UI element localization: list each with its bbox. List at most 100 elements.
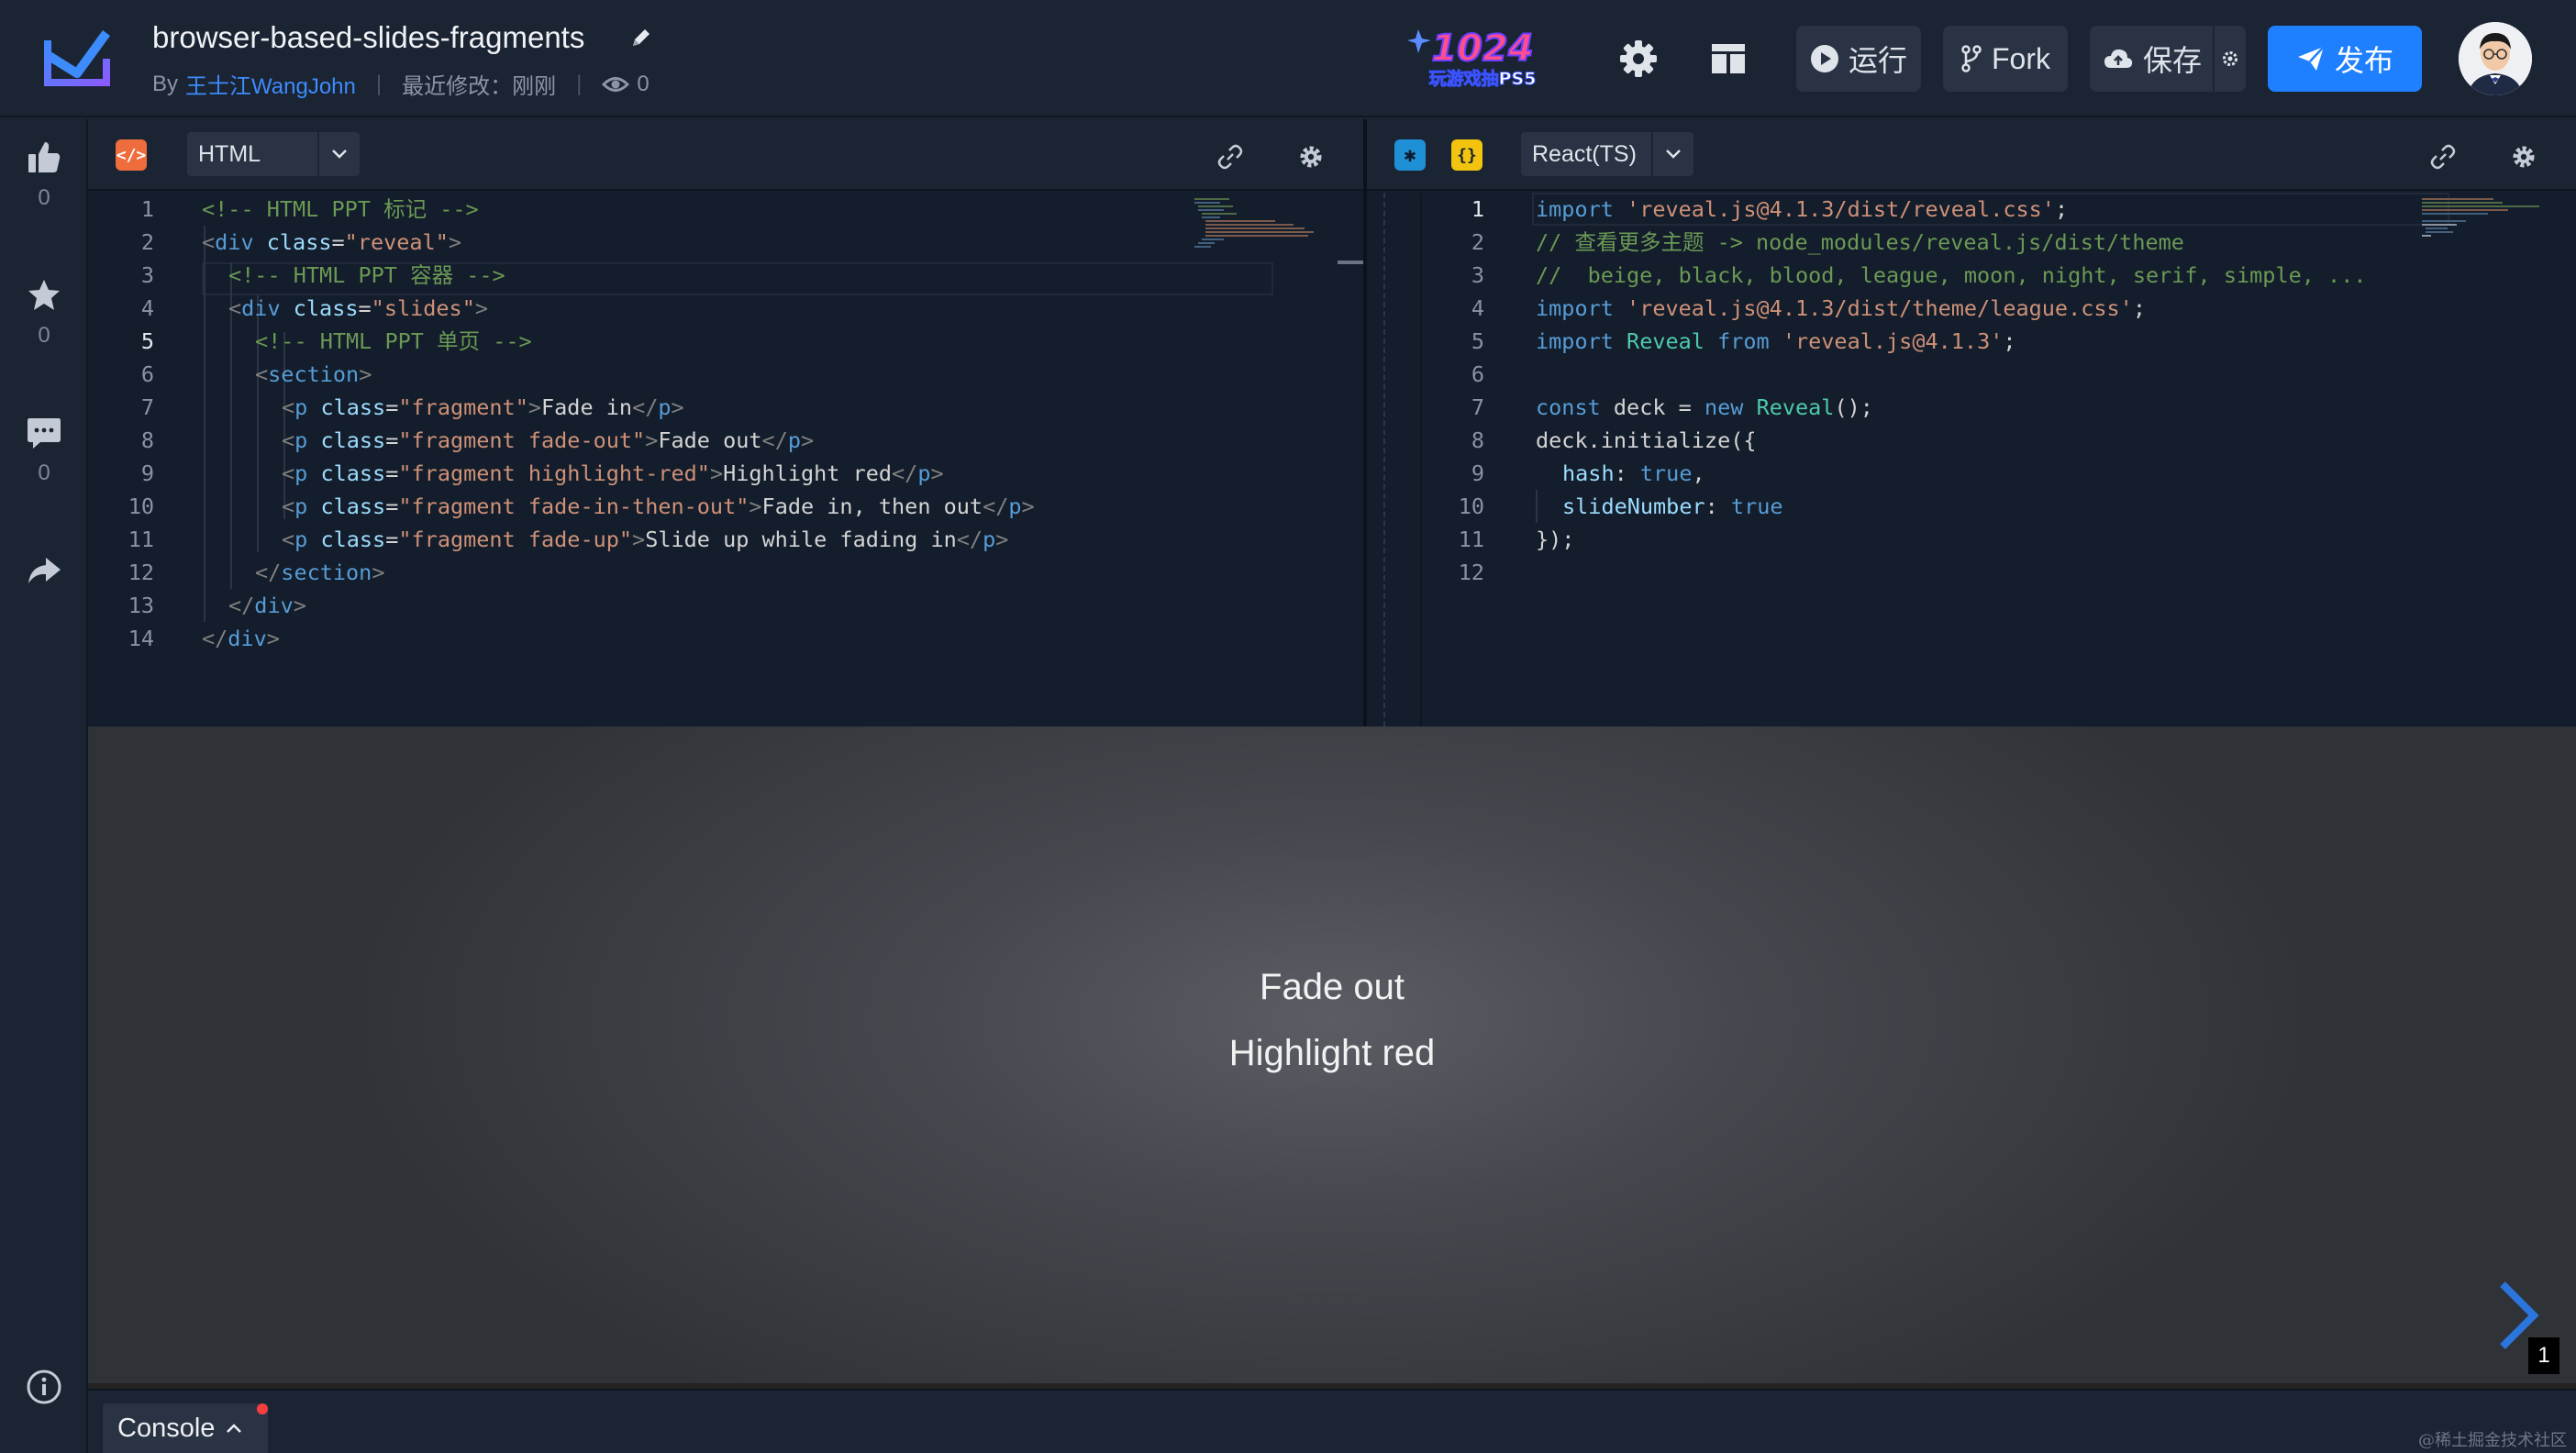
line-number: 7 xyxy=(140,394,154,420)
line-number: 2 xyxy=(140,229,154,255)
code-line: </div> xyxy=(202,626,280,651)
code-line: deck.initialize({ xyxy=(1536,427,1757,453)
code-line: // beige, black, blood, league, moon, ni… xyxy=(1536,262,2367,288)
left-action-rail: 0 0 0 xyxy=(0,119,88,1453)
code-line: <p class="fragment fade-in-then-out">Fad… xyxy=(282,494,1035,519)
line-number: 12 xyxy=(128,560,154,585)
ts-editor-pane: ✱ {} React(TS) 1 import 'reveal.js@4.1.3/… xyxy=(1367,119,2576,726)
save-options-button[interactable] xyxy=(2213,26,2246,92)
comment-icon xyxy=(28,418,61,449)
slides-preview[interactable]: Fade out Highlight red 1 xyxy=(88,726,2576,1389)
gear-icon[interactable] xyxy=(1618,39,1659,79)
last-modified-label: 最近修改： xyxy=(402,74,513,99)
avatar-portrait-icon xyxy=(2459,22,2532,95)
play-circle-icon xyxy=(1810,45,1838,72)
code-minimap[interactable] xyxy=(2420,196,2548,251)
view-count: 0 xyxy=(637,71,650,96)
author-link[interactable]: 王士江WangJohn xyxy=(185,68,356,100)
by-label: By xyxy=(152,71,179,96)
code-line: <section> xyxy=(255,361,372,387)
last-modified-value: 刚刚 xyxy=(512,74,557,99)
bottom-bar: Console @稀土掘金技术社区 xyxy=(88,1389,2576,1453)
ts-language-select[interactable]: React(TS) xyxy=(1521,132,1693,176)
slide-fragment-highlight-red: Highlight red xyxy=(1228,1033,1436,1073)
slide-number: 1 xyxy=(2528,1337,2559,1374)
run-label: 运行 xyxy=(1848,44,1907,77)
link-icon[interactable] xyxy=(1216,143,1244,171)
meta-separator: | xyxy=(576,71,583,96)
fork-label: Fork xyxy=(1992,41,2050,75)
pane-settings-gear-icon[interactable] xyxy=(1297,143,1325,171)
star-icon xyxy=(28,280,60,310)
code-jump-logo-icon[interactable] xyxy=(42,28,112,88)
publish-label: 发布 xyxy=(2334,44,2393,77)
watermark: @稀土掘金技术社区 xyxy=(2418,1431,2567,1450)
line-number: 4 xyxy=(140,295,154,321)
user-avatar[interactable] xyxy=(2459,22,2532,95)
scrollbar-thumb[interactable] xyxy=(1338,261,1363,264)
publish-button[interactable]: 发布 xyxy=(2268,26,2422,92)
thumbs-up-icon xyxy=(28,142,61,172)
link-icon[interactable] xyxy=(2429,143,2457,171)
run-button[interactable]: 运行 xyxy=(1796,26,1921,92)
star-action[interactable]: 0 xyxy=(0,277,88,349)
html-language-select[interactable]: HTML xyxy=(187,132,360,176)
ts-file-icon: {} xyxy=(1451,139,1482,171)
comment-count: 0 xyxy=(38,460,50,485)
chevron-up-icon xyxy=(227,1424,242,1433)
pencil-edit-icon[interactable] xyxy=(629,26,653,50)
html-language-value: HTML xyxy=(198,140,261,167)
line-number: 6 xyxy=(1471,361,1484,387)
line-number-active: 1 xyxy=(1471,196,1484,222)
meta-separator: | xyxy=(375,71,383,96)
line-number: 13 xyxy=(128,593,154,618)
code-line: </section> xyxy=(255,560,385,585)
line-number: 9 xyxy=(140,460,154,486)
ts-language-value: React(TS) xyxy=(1532,140,1637,167)
code-line: <div class="slides"> xyxy=(228,295,489,321)
code-line: hash: true, xyxy=(1562,460,1705,486)
code-line: const deck = new Reveal(); xyxy=(1536,394,1873,420)
code-line: <!-- HTML PPT 单页 --> xyxy=(255,328,532,354)
html-file-icon: </> xyxy=(116,139,147,171)
line-number: 7 xyxy=(1471,394,1484,420)
info-circle-icon xyxy=(27,1370,61,1404)
line-number: 2 xyxy=(1471,229,1484,255)
chevron-down-icon xyxy=(1651,132,1693,176)
top-header: browser-based-slides-fragments By 王士江Wan… xyxy=(0,0,2576,117)
chevron-down-icon xyxy=(317,132,360,176)
line-number: 3 xyxy=(140,262,154,288)
code-line: }); xyxy=(1536,527,1575,552)
save-button[interactable]: 保存 xyxy=(2090,26,2246,92)
console-label: Console xyxy=(117,1413,216,1443)
code-line: import Reveal from 'reveal.js@4.1.3'; xyxy=(1536,328,2016,354)
code-line: <p class="fragment highlight-red">Highli… xyxy=(282,460,944,486)
info-action[interactable] xyxy=(0,1369,88,1405)
line-number: 11 xyxy=(1458,527,1484,552)
code-line: <div class="reveal"> xyxy=(202,229,462,255)
code-line: <p class="fragment">Fade in</p> xyxy=(282,394,684,420)
code-line: import 'reveal.js@4.1.3/dist/reveal.css'… xyxy=(1536,196,2069,222)
code-minimap[interactable] xyxy=(1193,196,1321,251)
project-meta: By 王士江WangJohn | 最近修改： 刚刚 | 0 xyxy=(152,68,650,100)
comment-action[interactable]: 0 xyxy=(0,415,88,486)
save-label: 保存 xyxy=(2143,44,2203,77)
ts-code-editor[interactable]: 1 import 'reveal.js@4.1.3/dist/reveal.css… xyxy=(1367,193,2576,726)
layout-grid-icon[interactable] xyxy=(1708,39,1749,79)
slide-content: Fade out Highlight red xyxy=(88,954,2576,1086)
share-action[interactable] xyxy=(0,552,88,589)
html-code-editor[interactable]: 1 <!-- HTML PPT 标记 --> 2 <div class="revea… xyxy=(88,193,1363,726)
fork-button[interactable]: Fork xyxy=(1943,26,2068,92)
promo-1024-badge[interactable]: 1024 玩游戏抽PS5 xyxy=(1405,24,1556,90)
line-number: 11 xyxy=(128,527,154,552)
like-action[interactable]: 0 xyxy=(0,139,88,211)
html-pane-toolbar: </> HTML xyxy=(88,119,1363,191)
line-number: 14 xyxy=(128,626,154,651)
code-line: <p class="fragment fade-up">Slide up whi… xyxy=(282,527,1009,552)
console-toggle-button[interactable]: Console xyxy=(103,1403,269,1453)
code-line: <!-- HTML PPT 标记 --> xyxy=(202,196,479,222)
line-number: 8 xyxy=(140,427,154,453)
pane-settings-gear-icon[interactable] xyxy=(2510,143,2537,171)
line-number: 1 xyxy=(140,196,154,222)
line-number-active: 5 xyxy=(140,328,154,354)
